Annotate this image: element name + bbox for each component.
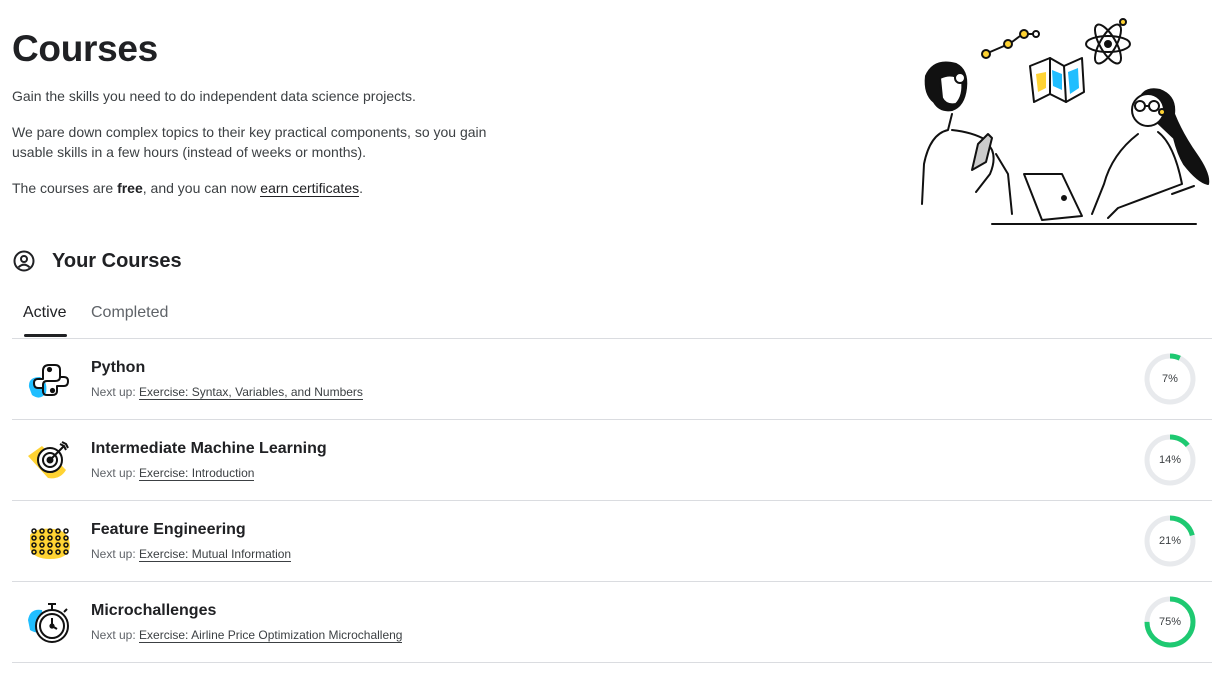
course-title[interactable]: Feature Engineering	[91, 521, 246, 539]
intro-paragraph-3: The courses are free, and you can now ea…	[12, 180, 363, 197]
progress-percent: 21%	[1158, 535, 1182, 547]
target-icon	[28, 441, 69, 479]
course-title[interactable]: Intermediate Machine Learning	[91, 440, 327, 458]
course-row-microchallenges[interactable]: Microchallenges Next up: Exercise: Airli…	[12, 582, 1212, 663]
course-tabs: Active Completed	[12, 296, 1212, 339]
course-title[interactable]: Python	[91, 359, 145, 377]
progress-percent: 75%	[1158, 616, 1182, 628]
dot-grid-icon	[30, 528, 70, 559]
course-row-python[interactable]: Python Next up: Exercise: Syntax, Variab…	[12, 339, 1212, 420]
intro-paragraph-2: We pare down complex topics to their key…	[12, 124, 487, 160]
free-emphasis: free	[117, 180, 143, 196]
progress-ring: 14%	[1143, 433, 1197, 487]
active-tab-indicator	[24, 334, 67, 337]
hero-illustration	[921, 18, 1210, 225]
intro-paragraph-1: Gain the skills you need to do independe…	[12, 88, 416, 104]
course-title[interactable]: Microchallenges	[91, 602, 216, 620]
next-up: Next up: Exercise: Syntax, Variables, an…	[91, 385, 363, 400]
course-list: Python Next up: Exercise: Syntax, Variab…	[12, 339, 1212, 663]
intro-text: Gain the skills you need to do independe…	[12, 86, 512, 214]
next-up: Next up: Exercise: Airline Price Optimiz…	[91, 628, 403, 643]
progress-ring: 75%	[1143, 595, 1197, 649]
next-up: Next up: Exercise: Introduction	[91, 466, 255, 481]
python-logo-icon	[28, 364, 69, 398]
account-circle-icon	[13, 250, 35, 272]
section-title: Your Courses	[52, 249, 182, 272]
tab-active[interactable]: Active	[23, 304, 67, 322]
progress-ring: 7%	[1143, 352, 1197, 406]
course-row-intermediate-ml[interactable]: Intermediate Machine Learning Next up: E…	[12, 420, 1212, 501]
earn-certificates-link[interactable]: earn certificates	[260, 180, 360, 197]
next-exercise-link[interactable]: Exercise: Introduction	[139, 466, 255, 481]
progress-ring: 21%	[1143, 514, 1197, 568]
next-exercise-link[interactable]: Exercise: Syntax, Variables, and Numbers	[139, 385, 363, 400]
your-courses-header: Your Courses	[12, 249, 182, 273]
next-up: Next up: Exercise: Mutual Information	[91, 547, 292, 562]
progress-percent: 14%	[1158, 454, 1182, 466]
next-exercise-link[interactable]: Exercise: Airline Price Optimization Mic…	[139, 628, 403, 643]
page-title: Courses	[12, 28, 158, 69]
course-row-feature-engineering[interactable]: Feature Engineering Next up: Exercise: M…	[12, 501, 1212, 582]
tab-completed[interactable]: Completed	[91, 304, 168, 322]
next-exercise-link[interactable]: Exercise: Mutual Information	[139, 547, 292, 562]
stopwatch-icon	[28, 603, 69, 643]
progress-percent: 7%	[1162, 373, 1178, 385]
